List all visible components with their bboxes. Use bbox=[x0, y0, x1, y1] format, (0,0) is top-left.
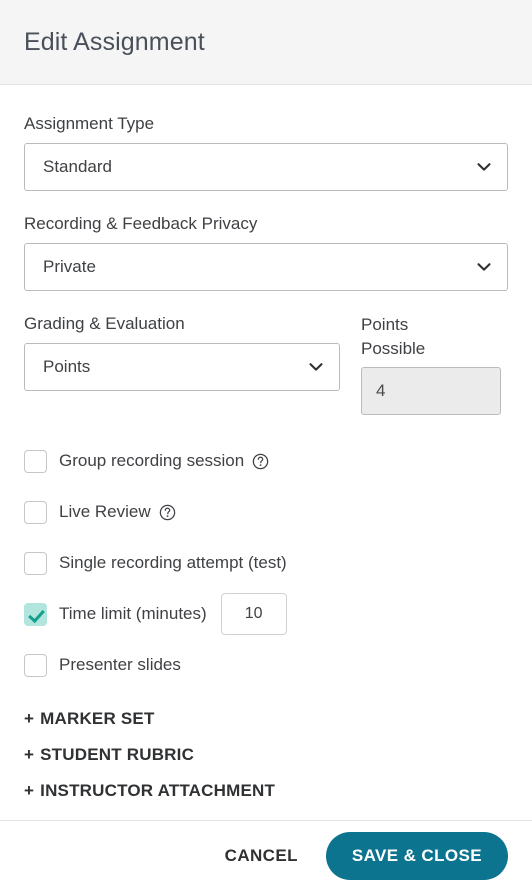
checkbox-label: Time limit (minutes) bbox=[59, 604, 207, 623]
assignment-type-select-wrap: Standard bbox=[24, 143, 508, 191]
dialog-header: Edit Assignment bbox=[0, 0, 532, 85]
options-checkbox-group: Group recording session Live Review Sing… bbox=[24, 441, 508, 685]
plus-icon: + bbox=[24, 781, 35, 800]
points-possible-column: Points Possible bbox=[340, 313, 508, 415]
grading-select-wrap: Points bbox=[24, 343, 340, 391]
checkbox-row-live-review[interactable]: Live Review bbox=[24, 492, 508, 532]
assignment-type-select[interactable]: Standard bbox=[24, 143, 508, 191]
expander-label: STUDENT RUBRIC bbox=[40, 745, 195, 764]
expander-label: INSTRUCTOR ATTACHMENT bbox=[40, 781, 276, 800]
points-possible-label: Points Possible bbox=[361, 315, 426, 358]
grading-label: Grading & Evaluation bbox=[24, 314, 185, 333]
privacy-label: Recording & Feedback Privacy bbox=[24, 214, 258, 233]
checkbox-row-presenter-slides[interactable]: Presenter slides bbox=[24, 645, 508, 685]
cancel-button[interactable]: CANCEL bbox=[209, 834, 314, 878]
page-title: Edit Assignment bbox=[24, 27, 205, 56]
assignment-type-label: Assignment Type bbox=[24, 114, 155, 133]
points-possible-input[interactable] bbox=[361, 367, 501, 415]
grading-value: Points bbox=[43, 357, 91, 376]
expander-label: MARKER SET bbox=[40, 709, 155, 728]
edit-assignment-dialog: Edit Assignment Assignment Type Standard… bbox=[0, 0, 532, 891]
checkbox-row-group-recording-session[interactable]: Group recording session bbox=[24, 441, 508, 481]
dialog-body: Assignment Type Standard Recording & Fee… bbox=[0, 85, 532, 891]
checkbox-row-time-limit[interactable]: Time limit (minutes) bbox=[24, 593, 508, 635]
time-limit-minutes-input[interactable] bbox=[220, 593, 287, 635]
checkbox-row-single-recording-attempt[interactable]: Single recording attempt (test) bbox=[24, 543, 508, 583]
checkbox-label: Presenter slides bbox=[59, 655, 181, 674]
grading-select[interactable]: Points bbox=[24, 343, 340, 391]
checkbox-time-limit[interactable] bbox=[24, 602, 47, 626]
plus-icon: + bbox=[24, 709, 35, 728]
checkbox-label: Single recording attempt (test) bbox=[59, 553, 287, 572]
checkbox-group-recording-session[interactable] bbox=[24, 449, 47, 473]
checkbox-presenter-slides[interactable] bbox=[24, 653, 47, 677]
grading-row: Grading & Evaluation Points Points Possi… bbox=[24, 313, 508, 415]
expander-student-rubric[interactable]: + STUDENT RUBRIC bbox=[24, 737, 508, 773]
help-circle-icon[interactable] bbox=[252, 453, 269, 470]
checkbox-label: Group recording session bbox=[59, 451, 245, 470]
privacy-select-wrap: Private bbox=[24, 243, 508, 291]
checkbox-live-review[interactable] bbox=[24, 500, 47, 524]
grading-column: Grading & Evaluation Points bbox=[24, 313, 340, 391]
plus-icon: + bbox=[24, 745, 35, 764]
expander-marker-set[interactable]: + MARKER SET bbox=[24, 701, 508, 737]
checkbox-label: Live Review bbox=[59, 502, 151, 521]
expander-instructor-attachment[interactable]: + INSTRUCTOR ATTACHMENT bbox=[24, 773, 508, 809]
save-and-close-button[interactable]: SAVE & CLOSE bbox=[325, 832, 508, 880]
privacy-value: Private bbox=[43, 257, 96, 276]
assignment-type-value: Standard bbox=[43, 157, 112, 176]
privacy-select[interactable]: Private bbox=[24, 243, 508, 291]
dialog-footer: CANCEL SAVE & CLOSE bbox=[0, 820, 532, 891]
checkbox-single-recording-attempt[interactable] bbox=[24, 551, 47, 575]
help-circle-icon[interactable] bbox=[159, 504, 176, 521]
expandable-sections: + MARKER SET + STUDENT RUBRIC + INSTRUCTOR … bbox=[24, 701, 508, 809]
